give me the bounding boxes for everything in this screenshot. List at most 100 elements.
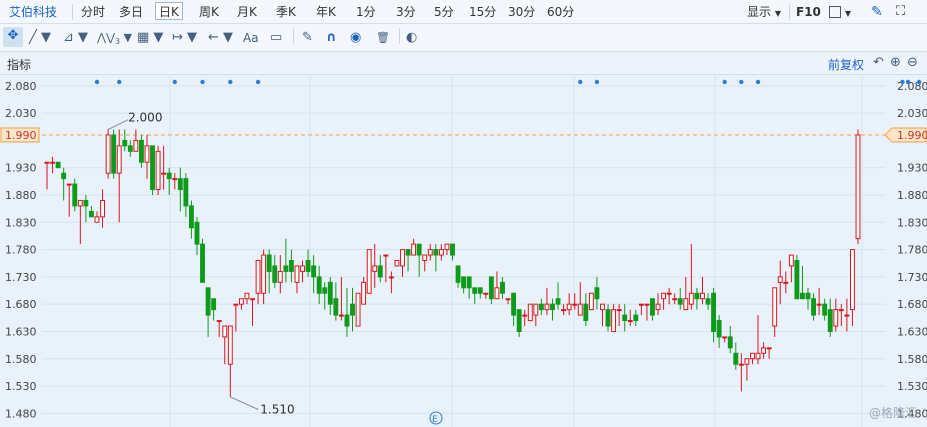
candle-up[interactable]	[544, 303, 550, 311]
candle-down[interactable]	[138, 139, 144, 163]
event-dot[interactable]	[94, 79, 100, 85]
candle-down[interactable]	[88, 210, 94, 218]
candle-down[interactable]	[194, 221, 200, 245]
candle-up[interactable]	[744, 358, 750, 365]
candle-up[interactable]	[233, 303, 239, 306]
candle-up[interactable]	[577, 303, 583, 316]
candle-up[interactable]	[77, 199, 83, 207]
candlestick-chart[interactable]: 2.080 2.0802.030 2.0301.930 1.9301.880 1.880…	[0, 76, 927, 427]
candle-up[interactable]	[483, 292, 489, 295]
undo-icon[interactable]: ↶	[873, 55, 884, 70]
move-icon[interactable]: ✥	[3, 27, 23, 47]
event-dot[interactable]	[739, 79, 744, 85]
candle-up[interactable]	[355, 292, 361, 327]
fullscreen-icon[interactable]: ⛶	[896, 3, 905, 21]
candle-down[interactable]	[150, 145, 155, 191]
tab-period-yearly-k[interactable]: 年K	[316, 3, 336, 21]
candle-up[interactable]	[277, 270, 283, 283]
candle-down[interactable]	[650, 298, 655, 316]
candle-up[interactable]	[427, 249, 433, 256]
candle-down[interactable]	[472, 287, 478, 294]
candle-down[interactable]	[455, 265, 461, 283]
candle-down[interactable]	[327, 281, 333, 305]
tab-period-30min[interactable]: 30分	[508, 3, 535, 21]
candle-down[interactable]	[433, 249, 439, 256]
candle-down[interactable]	[416, 243, 422, 256]
candle-down[interactable]	[705, 298, 711, 305]
candle-down[interactable]	[466, 276, 472, 289]
arrow-tool[interactable]: ← ▼	[208, 29, 233, 47]
candle-down[interactable]	[727, 336, 733, 349]
candle-up[interactable]	[833, 309, 839, 327]
candle-up[interactable]	[116, 145, 122, 174]
candle-up[interactable]	[155, 150, 161, 191]
candle-up[interactable]	[844, 314, 850, 317]
comment-icon[interactable]: ▭	[270, 29, 282, 47]
candle-down[interactable]	[450, 243, 455, 256]
candle-up[interactable]	[244, 292, 250, 300]
candle-down[interactable]	[188, 205, 194, 229]
candle-up[interactable]	[627, 320, 633, 323]
candle-down[interactable]	[733, 352, 739, 365]
event-dot[interactable]	[578, 79, 583, 85]
candle-up[interactable]	[788, 254, 794, 267]
candle-up[interactable]	[438, 249, 444, 256]
event-dot[interactable]	[255, 79, 261, 85]
candle-up[interactable]	[144, 145, 150, 163]
candle-down[interactable]	[694, 292, 700, 300]
candle-up[interactable]	[294, 265, 300, 283]
candle-up[interactable]	[533, 303, 539, 316]
candle-up[interactable]	[666, 292, 672, 295]
zoom-out-icon[interactable]: ⊖	[907, 55, 918, 70]
candle-down[interactable]	[311, 265, 317, 278]
toggle-icon[interactable]: ◐	[406, 29, 417, 47]
candle-up[interactable]	[766, 347, 772, 350]
candle-up[interactable]	[661, 292, 667, 300]
candle-down[interactable]	[827, 309, 833, 332]
candle-up[interactable]	[94, 216, 100, 223]
candle-down[interactable]	[200, 243, 205, 283]
candle-down[interactable]	[633, 314, 639, 322]
candle-up[interactable]	[561, 309, 567, 312]
candle-up[interactable]	[444, 243, 450, 251]
candle-down[interactable]	[594, 287, 600, 300]
tab-period-1min[interactable]: 1分	[356, 3, 376, 21]
candle-down[interactable]	[316, 276, 322, 294]
tab-period-quarterly-k[interactable]: 季K	[276, 3, 296, 21]
candle-down[interactable]	[550, 303, 555, 311]
candle-down[interactable]	[305, 260, 311, 272]
candle-down[interactable]	[166, 172, 172, 180]
candle-down[interactable]	[605, 309, 611, 327]
candle-up[interactable]	[133, 139, 139, 152]
candle-down[interactable]	[805, 292, 811, 300]
candle-up[interactable]	[527, 303, 533, 322]
candle-up[interactable]	[261, 254, 267, 294]
candle-down[interactable]	[711, 292, 717, 332]
candle-up[interactable]	[494, 287, 500, 300]
f10-button[interactable]: F10	[796, 3, 821, 21]
tab-period-3min[interactable]: 3分	[396, 3, 416, 21]
candle-up[interactable]	[411, 243, 417, 256]
candle-down[interactable]	[794, 260, 800, 300]
candle-down[interactable]	[511, 292, 517, 316]
event-dot[interactable]	[900, 79, 905, 85]
candle-down[interactable]	[622, 314, 628, 322]
trend-line-icon[interactable]: ╱ ▼	[29, 29, 51, 47]
candle-up[interactable]	[422, 254, 428, 262]
candle-up[interactable]	[400, 249, 405, 267]
display-menu[interactable]: 显示 ▼	[747, 3, 781, 21]
candle-down[interactable]	[266, 254, 272, 272]
event-dot[interactable]	[172, 79, 177, 85]
tab-period-monthly-k[interactable]: 月K	[237, 3, 257, 21]
candle-up[interactable]	[383, 254, 389, 257]
candle-up[interactable]	[688, 292, 694, 305]
candle-down[interactable]	[127, 145, 133, 152]
candle-down[interactable]	[516, 309, 522, 332]
candle-down[interactable]	[333, 298, 339, 316]
candle-down[interactable]	[211, 298, 217, 311]
candle-up[interactable]	[394, 260, 400, 267]
layout-menu[interactable]: ▼	[829, 3, 851, 21]
candle-up[interactable]	[505, 298, 511, 301]
event-dot[interactable]	[755, 79, 761, 85]
candle-up[interactable]	[300, 265, 305, 272]
